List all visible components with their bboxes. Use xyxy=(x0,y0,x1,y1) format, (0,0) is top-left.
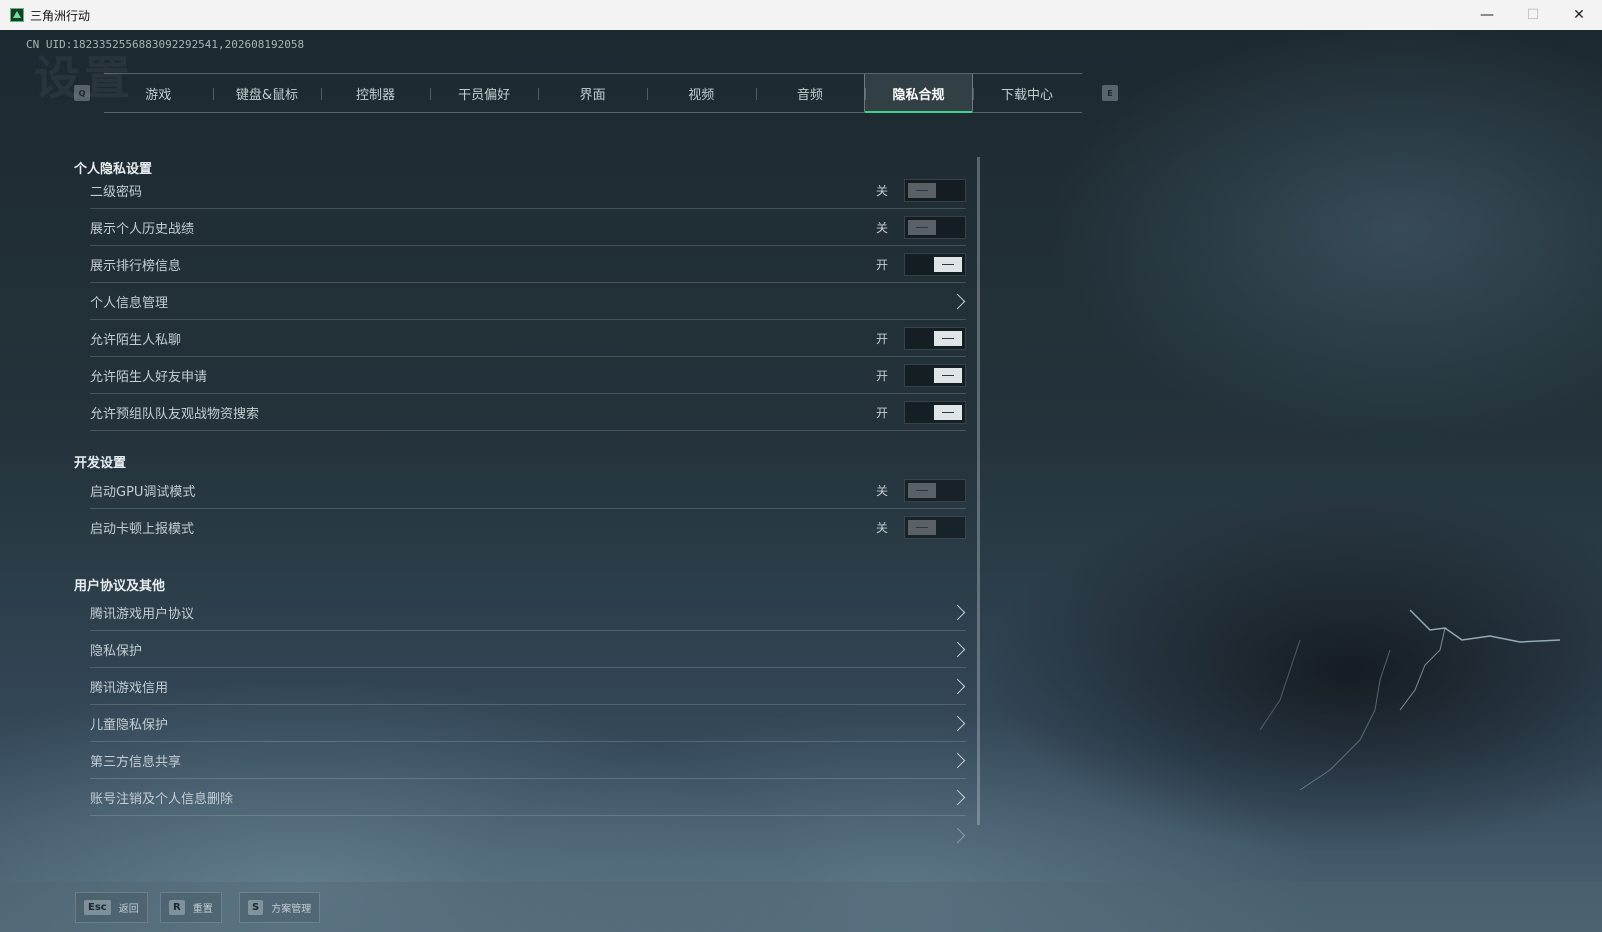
uid-label: CN UID:1823352556883092292541,2026081920… xyxy=(26,38,305,51)
settings-tabbar: 游戏 键盘&鼠标 控制器 干员偏好 界面 视频 音频 隐私合规 下载中心 xyxy=(104,73,1082,113)
stutter-report-toggle[interactable] xyxy=(904,516,966,539)
setting-label: 允许陌生人好友申请 xyxy=(90,369,208,385)
section-title-dev: 开发设置 xyxy=(74,456,127,471)
toggle-state-text: 关 xyxy=(875,483,888,498)
setting-row-show-history: 展示个人历史战绩 关 xyxy=(90,209,966,246)
link-row-user-agreement[interactable]: 腾讯游戏用户协议 xyxy=(90,594,966,631)
game-viewport: 设置 CN UID:1823352556883092292541,2026081… xyxy=(0,30,1602,932)
chevron-right-icon[interactable] xyxy=(950,641,966,657)
link-row-third-party-sharing[interactable]: 第三方信息共享 xyxy=(90,742,966,779)
tab-privacy-compliance[interactable]: 隐私合规 xyxy=(864,74,973,113)
show-history-toggle[interactable] xyxy=(904,215,966,239)
scheme-label: 方案管理 xyxy=(271,904,312,915)
link-row-game-credit[interactable]: 腾讯游戏信用 xyxy=(90,668,966,705)
setting-label: 启动GPU调试模式 xyxy=(90,484,196,500)
tab-game[interactable]: 游戏 xyxy=(104,74,213,112)
toggle-state-text: 开 xyxy=(875,405,888,420)
setting-label: 展示个人历史战绩 xyxy=(90,221,195,237)
chevron-right-icon[interactable] xyxy=(950,827,966,843)
setting-row-stranger-chat: 允许陌生人私聊 开 xyxy=(90,320,966,357)
close-button[interactable]: ✕ xyxy=(1556,0,1602,30)
setting-label: 允许陌生人私聊 xyxy=(90,332,182,348)
tab-interface[interactable]: 界面 xyxy=(538,74,647,112)
toggle-state-text: 关 xyxy=(875,183,888,198)
setting-row-stranger-friend: 允许陌生人好友申请 开 xyxy=(90,357,966,394)
link-row-child-privacy[interactable]: 儿童隐私保护 xyxy=(90,705,966,742)
toggle-state-text: 关 xyxy=(875,521,888,535)
chevron-right-icon[interactable] xyxy=(950,752,966,768)
toggle-state-text: 开 xyxy=(875,331,888,346)
tab-operator-preferences[interactable]: 干员偏好 xyxy=(429,74,539,112)
setting-row-gpu-debug: 启动GPU调试模式 关 xyxy=(90,472,966,509)
setting-row-team-spectate: 允许预组队队友观战物资搜索 开 xyxy=(90,394,966,431)
setting-row-show-leaderboard: 展示排行榜信息 开 xyxy=(90,246,966,283)
stranger-friend-toggle[interactable] xyxy=(904,363,966,387)
settings-scrollbar[interactable] xyxy=(977,157,980,825)
setting-label: 启动卡顿上报模式 xyxy=(90,522,195,537)
s-key-hint: S xyxy=(248,900,264,915)
chevron-right-icon[interactable] xyxy=(950,789,966,805)
toggle-state-text: 开 xyxy=(875,257,888,272)
window-titlebar: 三角洲行动 — ☐ ✕ xyxy=(0,0,1602,30)
next-tab-key[interactable]: E xyxy=(1102,85,1118,101)
chevron-right-icon[interactable] xyxy=(950,678,966,694)
section-title-agreements: 用户协议及其他 xyxy=(74,579,166,594)
bottom-action-bar: Esc 返回 R 重置 S 方案管理 xyxy=(0,882,1602,932)
back-button[interactable]: Esc 返回 xyxy=(75,892,148,923)
chevron-right-icon[interactable] xyxy=(950,604,966,620)
tab-download-center[interactable]: 下载中心 xyxy=(972,74,1082,112)
toggle-state-text: 关 xyxy=(875,220,888,235)
reset-button[interactable]: R 重置 xyxy=(160,892,222,923)
maximize-button[interactable]: ☐ xyxy=(1510,0,1556,30)
back-label: 返回 xyxy=(118,904,139,915)
team-spectate-toggle[interactable] xyxy=(904,400,966,424)
toggle-state-text: 开 xyxy=(875,368,888,383)
setting-label: 允许预组队队友观战物资搜索 xyxy=(90,406,260,422)
gpu-debug-toggle[interactable] xyxy=(904,478,966,502)
show-leaderboard-toggle[interactable] xyxy=(904,252,966,276)
setting-label: 展示排行榜信息 xyxy=(90,258,182,274)
setting-row-stutter-report: 启动卡顿上报模式 关 xyxy=(90,509,966,546)
window-title: 三角洲行动 xyxy=(30,8,91,23)
setting-label: 个人信息管理 xyxy=(90,295,169,311)
r-key-hint: R xyxy=(169,900,185,915)
tab-video[interactable]: 视频 xyxy=(646,74,756,112)
tab-audio[interactable]: 音频 xyxy=(755,74,865,112)
app-logo-icon xyxy=(10,8,24,22)
setting-label: 腾讯游戏信用 xyxy=(90,680,169,696)
minimize-button[interactable]: — xyxy=(1464,0,1510,30)
chevron-right-icon[interactable] xyxy=(950,293,966,309)
setting-label: 账号注销及个人信息删除 xyxy=(90,791,234,807)
setting-label: 儿童隐私保护 xyxy=(90,717,169,733)
setting-label: 腾讯游戏用户协议 xyxy=(90,606,195,622)
secondary-password-toggle[interactable] xyxy=(904,178,966,202)
lightning-decoration xyxy=(1259,609,1560,790)
esc-key-hint: Esc xyxy=(84,900,111,915)
setting-label: 隐私保护 xyxy=(90,643,143,659)
setting-label: 二级密码 xyxy=(90,184,143,200)
stranger-chat-toggle[interactable] xyxy=(904,326,966,350)
link-row-account-deletion[interactable]: 账号注销及个人信息删除 xyxy=(90,779,966,816)
tab-controller[interactable]: 控制器 xyxy=(321,74,430,112)
tab-keyboard-mouse[interactable]: 键盘&鼠标 xyxy=(212,74,322,112)
scheme-management-button[interactable]: S 方案管理 xyxy=(239,892,321,923)
setting-row-personal-info[interactable]: 个人信息管理 xyxy=(90,283,966,320)
link-row-cut-off[interactable] xyxy=(90,816,966,853)
link-row-privacy-protection[interactable]: 隐私保护 xyxy=(90,631,966,668)
setting-label: 第三方信息共享 xyxy=(90,754,182,770)
chevron-right-icon[interactable] xyxy=(950,715,966,731)
prev-tab-key[interactable]: Q xyxy=(74,85,90,101)
privacy-settings-panel: 个人隐私设置 二级密码 关 展示个人历史战绩 关 展示排行榜信息 开 个人信息管… xyxy=(74,154,980,874)
setting-row-secondary-password: 二级密码 关 xyxy=(90,172,966,209)
reset-label: 重置 xyxy=(192,904,213,915)
